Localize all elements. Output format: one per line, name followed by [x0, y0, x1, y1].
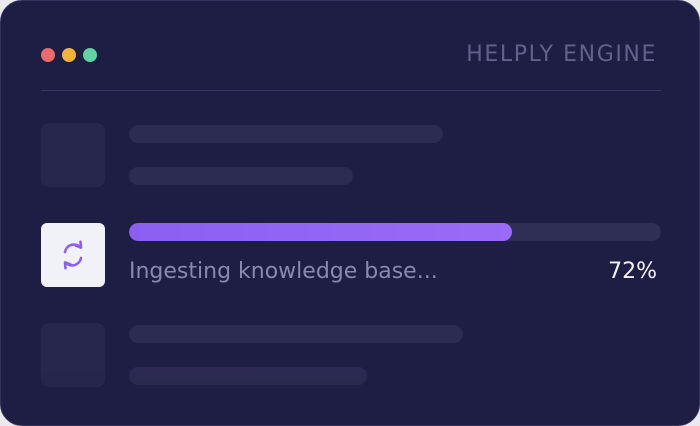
- skeleton-line: [129, 125, 443, 143]
- window-title: HELPLY ENGINE: [466, 42, 657, 67]
- minimize-dot[interactable]: [62, 48, 76, 62]
- skeleton-thumbnail: [41, 323, 105, 387]
- task-icon-tile: [41, 223, 105, 287]
- maximize-dot[interactable]: [83, 48, 97, 62]
- progress-fill: [129, 223, 513, 241]
- close-dot[interactable]: [41, 48, 55, 62]
- skeleton-line: [129, 167, 353, 185]
- app-window: HELPLY ENGINE Ingesting knowledge base..…: [0, 0, 700, 426]
- window-controls: [41, 48, 97, 62]
- skeleton-thumbnail: [41, 123, 105, 187]
- status-text: Ingesting knowledge base...: [129, 259, 438, 284]
- skeleton-line: [129, 367, 367, 385]
- progress-percent: 72%: [608, 259, 657, 284]
- refresh-icon: [63, 240, 83, 270]
- progress-bar: [129, 223, 661, 241]
- skeleton-line: [129, 325, 463, 343]
- header-divider: [41, 90, 661, 91]
